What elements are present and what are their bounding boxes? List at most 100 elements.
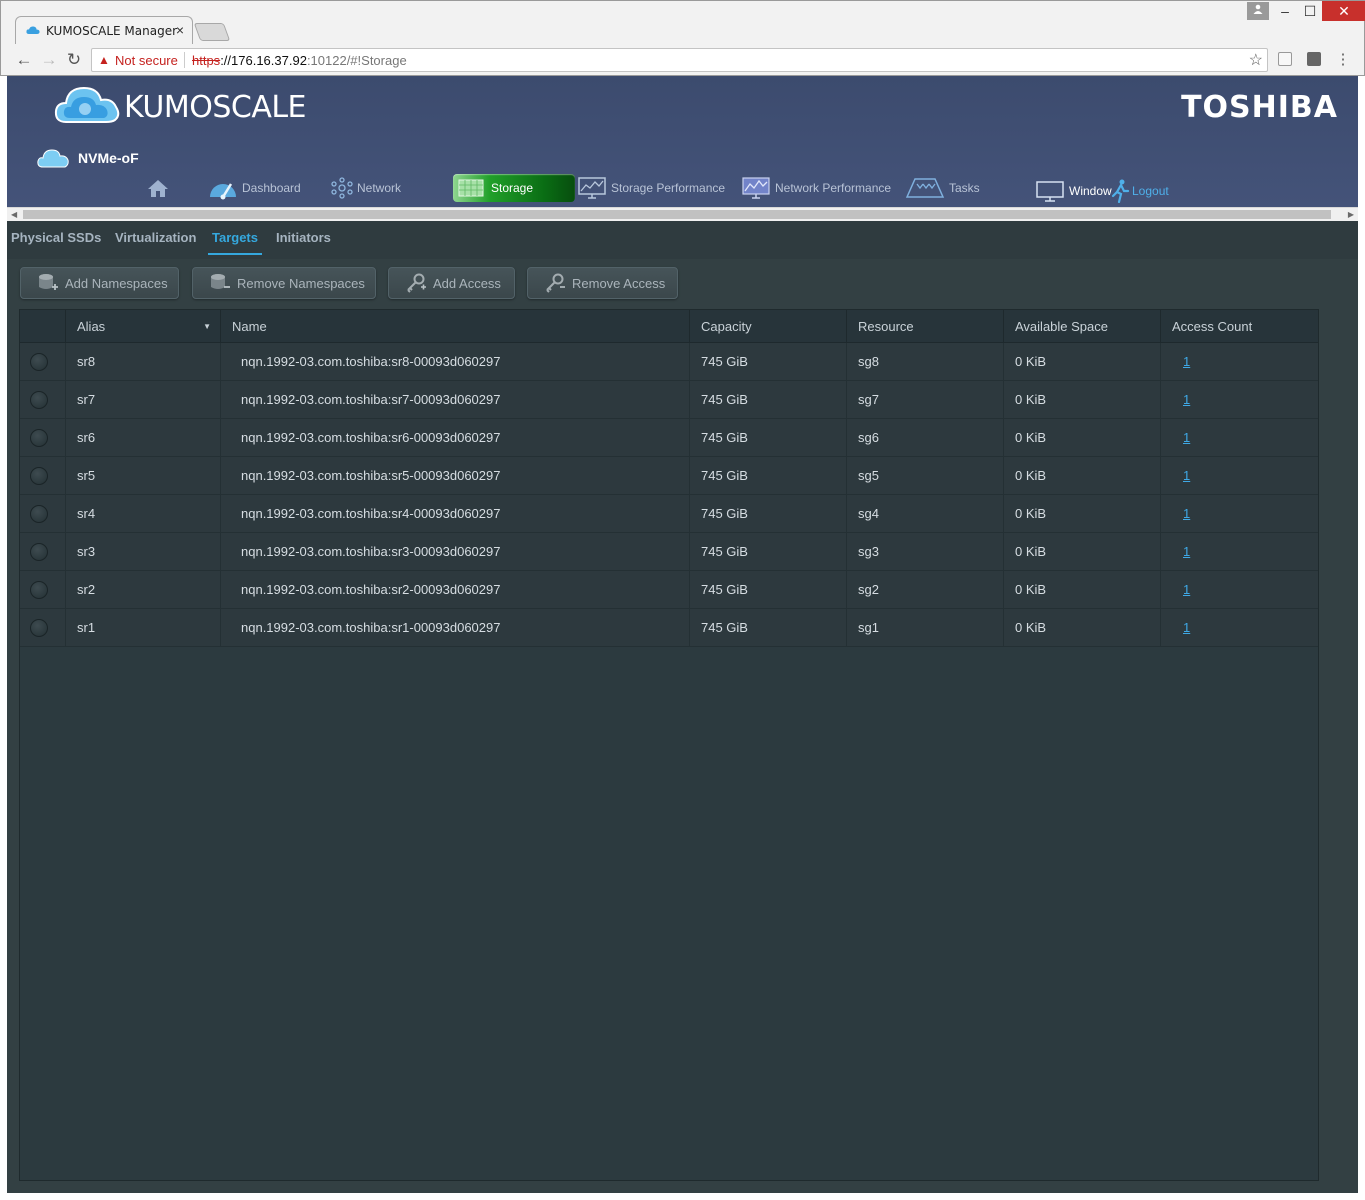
nav-network-performance-label: Network Performance <box>775 181 892 195</box>
access-count-link[interactable]: 1 <box>1183 582 1190 597</box>
nav-storage-performance[interactable]: Storage Performance <box>577 174 725 202</box>
new-tab-button[interactable] <box>193 23 231 41</box>
window-monitor-icon <box>1036 181 1064 202</box>
cell-access-count: 1 <box>1161 381 1318 418</box>
minimize-button[interactable]: – <box>1272 1 1298 21</box>
menu-kebab-icon[interactable]: ⋮ <box>1333 50 1353 68</box>
access-count-link[interactable]: 1 <box>1183 430 1190 445</box>
cell-alias: sr6 <box>66 419 221 456</box>
row-select[interactable] <box>20 609 66 646</box>
nav-dashboard[interactable]: Dashboard <box>208 174 301 202</box>
cell-alias: sr3 <box>66 533 221 570</box>
table-row[interactable]: sr8 nqn.1992-03.com.toshiba:sr8-00093d06… <box>20 343 1318 381</box>
table-row[interactable]: sr7 nqn.1992-03.com.toshiba:sr7-00093d06… <box>20 381 1318 419</box>
url-path: :10122/#!Storage <box>306 53 407 68</box>
tab-virtualization[interactable]: Virtualization <box>115 230 196 253</box>
nav-window[interactable]: Window <box>1035 177 1112 205</box>
remove-namespaces-button[interactable]: Remove Namespaces <box>192 267 376 299</box>
horizontal-scrollbar[interactable]: ◀ ▶ <box>7 207 1358 221</box>
row-select[interactable] <box>20 343 66 380</box>
security-label[interactable]: Not secure <box>115 53 178 68</box>
tab-targets[interactable]: Targets <box>208 230 262 255</box>
table-empty-area <box>20 647 1318 1180</box>
nav-network[interactable]: Network <box>331 174 401 202</box>
address-bar[interactable]: ▲ Not secure https://176.16.37.92:10122/… <box>91 48 1268 72</box>
table-row[interactable]: sr2 nqn.1992-03.com.toshiba:sr2-00093d06… <box>20 571 1318 609</box>
reload-icon[interactable]: ↻ <box>64 50 84 70</box>
network-performance-monitor-icon <box>742 177 770 199</box>
nav-network-performance[interactable]: Network Performance <box>741 174 891 202</box>
scrollbar-thumb[interactable] <box>23 210 1331 219</box>
cell-name: nqn.1992-03.com.toshiba:sr2-00093d060297 <box>221 571 690 608</box>
cell-alias: sr4 <box>66 495 221 532</box>
browser-tab[interactable]: KUMOSCALE Manager × <box>15 16 193 44</box>
maximize-button[interactable]: ☐ <box>1297 1 1323 21</box>
key-add-icon <box>407 273 426 293</box>
cell-name: nqn.1992-03.com.toshiba:sr7-00093d060297 <box>221 381 690 418</box>
row-select[interactable] <box>20 419 66 456</box>
header-access-count[interactable]: Access Count <box>1161 310 1318 343</box>
table-row[interactable]: sr5 nqn.1992-03.com.toshiba:sr5-00093d06… <box>20 457 1318 495</box>
sort-down-icon[interactable]: ▼ <box>203 310 211 343</box>
access-count-link[interactable]: 1 <box>1183 544 1190 559</box>
row-radio[interactable] <box>30 581 48 599</box>
url-text[interactable]: https://176.16.37.92:10122/#!Storage <box>192 53 407 68</box>
header-select[interactable] <box>20 310 66 343</box>
row-select[interactable] <box>20 457 66 494</box>
table-row[interactable]: sr4 nqn.1992-03.com.toshiba:sr4-00093d06… <box>20 495 1318 533</box>
forward-arrow-icon[interactable]: → <box>39 50 59 70</box>
cell-capacity: 745 GiB <box>690 419 847 456</box>
table-header: Alias ▼ Name Capacity Resource Available… <box>20 310 1318 343</box>
access-count-link[interactable]: 1 <box>1183 354 1190 369</box>
header-capacity[interactable]: Capacity <box>690 310 847 343</box>
storage-performance-monitor-icon <box>578 177 606 199</box>
cell-capacity: 745 GiB <box>690 571 847 608</box>
row-select[interactable] <box>20 495 66 532</box>
nav-storage[interactable]: Storage <box>453 174 575 202</box>
add-access-button[interactable]: Add Access <box>388 267 515 299</box>
row-select[interactable] <box>20 533 66 570</box>
row-radio[interactable] <box>30 543 48 561</box>
cell-resource: sg2 <box>847 571 1004 608</box>
tab-title: KUMOSCALE Manager <box>46 24 178 38</box>
row-select[interactable] <box>20 571 66 608</box>
bookmark-star-icon[interactable]: ☆ <box>1249 50 1263 70</box>
scroll-left-arrow-icon[interactable]: ◀ <box>11 208 17 221</box>
user-profile-icon[interactable] <box>1247 2 1269 20</box>
table-row[interactable]: sr1 nqn.1992-03.com.toshiba:sr1-00093d06… <box>20 609 1318 647</box>
row-radio[interactable] <box>30 505 48 523</box>
access-count-link[interactable]: 1 <box>1183 392 1190 407</box>
scroll-right-arrow-icon[interactable]: ▶ <box>1348 208 1354 221</box>
row-radio[interactable] <box>30 353 48 371</box>
nav-home[interactable] <box>147 174 173 202</box>
header-name[interactable]: Name <box>221 310 690 343</box>
cell-resource: sg4 <box>847 495 1004 532</box>
add-namespaces-label: Add Namespaces <box>65 275 168 291</box>
close-window-button[interactable]: ✕ <box>1322 1 1365 21</box>
back-arrow-icon[interactable]: ← <box>14 50 34 70</box>
remove-access-button[interactable]: Remove Access <box>527 267 678 299</box>
nav-logout[interactable]: Logout <box>1110 177 1169 205</box>
access-count-link[interactable]: 1 <box>1183 506 1190 521</box>
row-select[interactable] <box>20 381 66 418</box>
add-namespaces-button[interactable]: Add Namespaces <box>20 267 179 299</box>
access-count-link[interactable]: 1 <box>1183 620 1190 635</box>
table-row[interactable]: sr6 nqn.1992-03.com.toshiba:sr6-00093d06… <box>20 419 1318 457</box>
header-resource[interactable]: Resource <box>847 310 1004 343</box>
row-radio[interactable] <box>30 391 48 409</box>
header-alias[interactable]: Alias ▼ <box>66 310 221 343</box>
header-available-space[interactable]: Available Space <box>1004 310 1161 343</box>
row-radio[interactable] <box>30 619 48 637</box>
tab-physical-ssds[interactable]: Physical SSDs <box>11 230 101 253</box>
remove-namespaces-label: Remove Namespaces <box>237 275 365 291</box>
nav-tasks[interactable]: Tasks <box>905 174 980 202</box>
row-radio[interactable] <box>30 429 48 447</box>
extension-icon[interactable] <box>1307 52 1321 66</box>
tab-close-icon[interactable]: × <box>176 22 184 38</box>
row-radio[interactable] <box>30 467 48 485</box>
cell-resource: sg6 <box>847 419 1004 456</box>
access-count-link[interactable]: 1 <box>1183 468 1190 483</box>
tab-initiators[interactable]: Initiators <box>276 230 331 253</box>
pdf-extension-icon[interactable] <box>1278 52 1292 66</box>
table-row[interactable]: sr3 nqn.1992-03.com.toshiba:sr3-00093d06… <box>20 533 1318 571</box>
